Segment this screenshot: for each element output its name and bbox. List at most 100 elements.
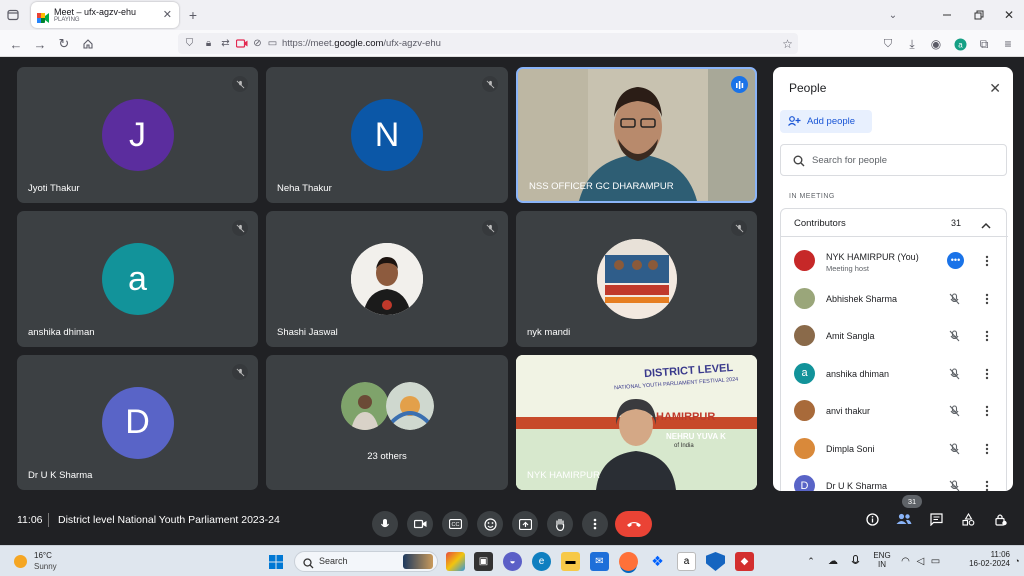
notifications-icon[interactable]: ◔ <box>1012 556 1022 566</box>
contributors-header[interactable]: Contributors 31 <box>781 209 1008 237</box>
participant-name: Shashi Jaswal <box>277 327 338 338</box>
participant-row[interactable]: Abhishek Sharma <box>773 280 1013 317</box>
bookmark-star-icon[interactable]: ☆ <box>781 37 794 51</box>
camera-button[interactable] <box>407 511 433 537</box>
participant-tile[interactable]: nyk mandi <box>516 211 757 347</box>
battery-icon[interactable]: ▭ <box>929 554 942 568</box>
participant-row[interactable]: anvi thakur <box>773 392 1013 429</box>
tab-close-icon[interactable]: ✕ <box>163 8 172 21</box>
window-close-icon[interactable]: ✕ <box>1002 8 1016 22</box>
microphone-blocked-icon[interactable]: ⊘ <box>251 37 264 50</box>
search-input[interactable]: Search for people <box>812 155 887 166</box>
list-all-tabs-icon[interactable]: ⌄ <box>886 8 900 22</box>
menu-icon[interactable]: ≡ <box>1000 36 1016 52</box>
security-shield-icon[interactable] <box>706 552 725 571</box>
participant-tile[interactable]: DISTRICT LEVEL NATIONAL YOUTH PARLIAMENT… <box>516 355 757 490</box>
amazon-icon[interactable]: a <box>677 552 696 571</box>
participant-row[interactable]: D Dr U K Sharma <box>773 467 1013 491</box>
participant-more-icon[interactable] <box>985 404 989 417</box>
back-icon[interactable]: ← <box>8 36 24 52</box>
participant-more-icon[interactable] <box>985 367 989 379</box>
participant-tile[interactable]: J Jyoti Thakur <box>17 67 258 203</box>
participant-row-name: anshika dhiman <box>826 368 890 379</box>
cloud-icon[interactable]: ☁ <box>826 554 840 568</box>
account-icon[interactable]: ◉ <box>928 36 944 52</box>
shield-icon[interactable]: ⛉ <box>183 37 196 50</box>
reactions-button[interactable] <box>477 511 503 537</box>
home-icon[interactable] <box>80 36 96 52</box>
language-indicator[interactable]: ENG IN <box>870 551 894 573</box>
avatar: N <box>351 99 423 171</box>
host-menu-icon[interactable]: ••• <box>947 252 964 269</box>
participant-tile[interactable]: Shashi Jaswal <box>266 211 508 347</box>
address-bar[interactable]: ⛉ 🔒︎ ⇄ ⊘ ▭ https://meet.google.com/ufx-a… <box>178 33 798 54</box>
participant-row[interactable]: Dimpla Soni <box>773 430 1013 467</box>
microphone-tray-icon[interactable] <box>848 554 862 568</box>
screen-share-icon[interactable]: ▭ <box>266 37 279 50</box>
participant-more-icon[interactable] <box>985 292 989 304</box>
extensions-icon[interactable]: ⧉ <box>976 36 992 52</box>
extension-a-icon[interactable]: a <box>952 36 968 52</box>
weather-widget[interactable]: 16°C Sunny <box>12 550 82 574</box>
windows-start-icon[interactable] <box>266 552 285 571</box>
others-tile[interactable]: 23 others <box>266 355 508 490</box>
participant-row[interactable]: a anshika dhiman <box>773 355 1013 392</box>
minimize-icon[interactable] <box>940 8 954 22</box>
other-avatar <box>341 382 389 430</box>
browser-tab-meet[interactable]: Meet – ufx-agzv-ehu PLAYING ✕ <box>31 2 179 28</box>
pocket-icon[interactable]: ⛉ <box>880 36 896 52</box>
participant-avatar <box>794 325 815 346</box>
participant-tile[interactable]: a anshika dhiman <box>17 211 258 347</box>
new-tab-icon[interactable]: + <box>186 7 200 23</box>
participant-tile[interactable]: D Dr U K Sharma <box>17 355 258 490</box>
avatar: a <box>101 243 174 315</box>
firefox-icon[interactable] <box>619 552 638 571</box>
mail-icon[interactable]: ✉ <box>590 552 609 571</box>
activities-icon[interactable] <box>960 511 976 527</box>
participant-row[interactable]: NYK HAMIRPUR (You) Meeting host ••• <box>773 242 1013 279</box>
add-people-label: Add people <box>807 116 856 127</box>
teams-chat-icon[interactable]: ◒ <box>503 552 522 571</box>
taskbar-search[interactable]: Search <box>294 551 438 572</box>
host-controls-icon[interactable] <box>992 511 1008 527</box>
captions-button[interactable]: CC <box>442 511 468 537</box>
forward-icon[interactable]: → <box>32 36 48 52</box>
search-people-field[interactable]: Search for people <box>780 144 1007 176</box>
participant-more-icon[interactable] <box>985 442 989 454</box>
meeting-details-icon[interactable] <box>864 511 880 527</box>
participant-row[interactable]: Amit Sangla <box>773 317 1013 354</box>
file-explorer-icon[interactable]: ▬ <box>561 552 580 571</box>
leave-call-button[interactable] <box>615 511 652 537</box>
dropbox-icon[interactable]: ❖ <box>648 552 667 571</box>
reload-icon[interactable]: ↻ <box>56 36 72 52</box>
raise-hand-button[interactable] <box>547 511 573 537</box>
task-view-icon[interactable]: ▣ <box>474 552 493 571</box>
add-people-button[interactable]: Add people <box>780 110 872 133</box>
chat-icon[interactable] <box>928 511 944 527</box>
camera-in-use-icon[interactable] <box>235 37 248 50</box>
close-panel-icon[interactable]: ✕ <box>989 80 1001 97</box>
edge-icon[interactable]: e <box>532 552 551 571</box>
wifi-icon[interactable]: ◠ <box>899 554 912 568</box>
lock-icon[interactable]: 🔒︎ <box>202 37 215 50</box>
microphone-button[interactable] <box>372 511 398 537</box>
system-clock[interactable]: 11:06 16-02-2024 <box>950 550 1010 574</box>
participant-more-icon[interactable] <box>985 254 989 267</box>
more-options-button[interactable] <box>582 511 608 537</box>
participant-more-icon[interactable] <box>985 479 989 491</box>
downloads-icon[interactable]: ⤓ <box>904 36 920 52</box>
people-icon[interactable] <box>895 511 913 527</box>
volume-icon[interactable]: ◁ <box>914 554 927 568</box>
anydesk-icon[interactable]: ◆ <box>735 552 754 571</box>
chevron-up-icon[interactable] <box>981 217 991 235</box>
url-text[interactable]: https://meet.google.com/ufx-agzv-ehu <box>282 38 441 49</box>
show-hidden-icons-icon[interactable]: ⌃ <box>805 555 817 567</box>
widgets-app-icon[interactable] <box>446 552 465 571</box>
tab-list-icon[interactable] <box>6 8 20 22</box>
restore-icon[interactable] <box>972 8 986 22</box>
participant-tile-speaking[interactable]: NSS OFFICER GC DHARAMPUR <box>516 67 757 203</box>
permissions-icon[interactable]: ⇄ <box>219 37 232 50</box>
present-screen-button[interactable] <box>512 511 538 537</box>
participant-more-icon[interactable] <box>985 329 989 342</box>
participant-tile[interactable]: N Neha Thakur <box>266 67 508 203</box>
